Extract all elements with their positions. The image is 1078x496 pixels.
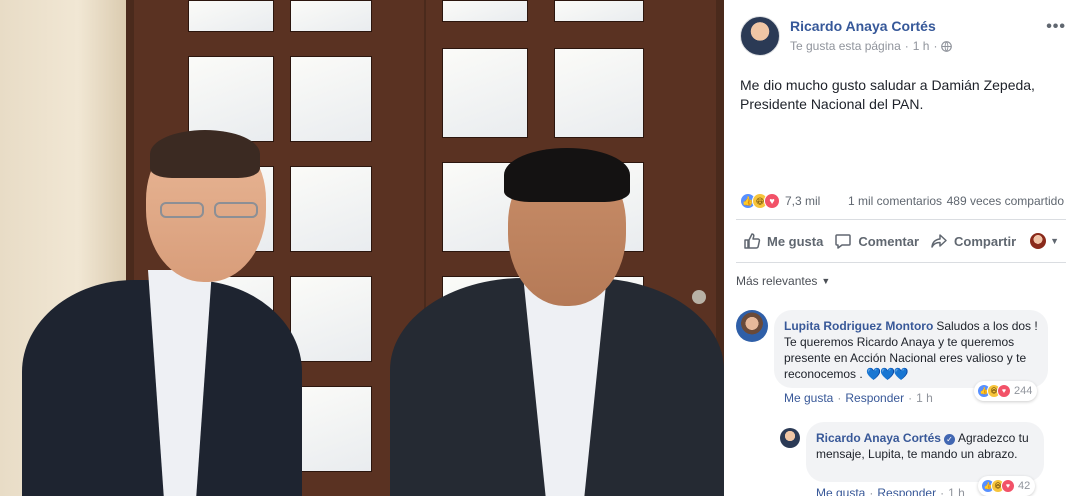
comment-filter-label: Más relevantes	[736, 274, 818, 288]
reply-reaction-count: 42	[1018, 480, 1031, 492]
door-pane	[188, 0, 274, 32]
door-pane	[290, 166, 372, 252]
door-pane	[290, 386, 372, 472]
separator: ·	[837, 391, 842, 405]
door-pane	[442, 48, 528, 138]
share-button[interactable]: Compartir	[930, 232, 1016, 250]
author-avatar[interactable]	[740, 16, 780, 56]
viewer-avatar	[1030, 233, 1047, 249]
page-like-status[interactable]: Te gusta esta página	[790, 39, 901, 53]
photo-person-right	[390, 148, 724, 496]
reply-bubble: Ricardo Anaya Cortés ✓ Agradezco tu mensaj…	[806, 422, 1044, 482]
door-pane	[442, 0, 528, 22]
comment-icon	[835, 234, 852, 249]
post-header: Ricardo Anaya Cortés Te gusta esta págin…	[740, 16, 1070, 58]
post-actions: Me gusta Comentar Compartir ▼	[736, 219, 1066, 263]
comment-reaction-count: 244	[1014, 385, 1033, 397]
blue-heart-emoji: 💙💙💙	[866, 367, 909, 381]
reaction-summary[interactable]: 👍 😆 ♥ 7,3 mil	[740, 193, 820, 209]
globe-icon[interactable]	[941, 40, 953, 52]
reply-author-avatar[interactable]	[780, 428, 800, 448]
love-reaction-icon: ♥	[997, 384, 1011, 398]
chevron-down-icon: ▼	[1050, 236, 1060, 246]
door-pane	[290, 276, 372, 362]
reply-timestamp[interactable]: 1 h	[948, 486, 965, 496]
reaction-count[interactable]: 7,3 mil	[785, 194, 820, 208]
door-pane	[290, 56, 372, 142]
post-stats: 👍 😆 ♥ 7,3 mil 1 mil comentarios 489 vece…	[740, 193, 1070, 211]
like-button[interactable]: Me gusta	[743, 232, 823, 250]
love-reaction-icon: ♥	[764, 193, 780, 209]
door-pane	[290, 0, 372, 32]
share-icon	[931, 234, 947, 248]
post-text: Me dio mucho gusto saludar a Damián Zepe…	[740, 77, 1035, 112]
reply-reactions[interactable]: 👍 😆 ♥ 42	[978, 476, 1036, 496]
comment-bubble: Lupita Rodriguez Montoro Saludos a los do…	[774, 310, 1048, 388]
post-panel: Ricardo Anaya Cortés Te gusta esta págin…	[724, 0, 1078, 496]
comment-reactions[interactable]: 👍 😆 ♥ 244	[974, 381, 1038, 401]
post-photo[interactable]	[0, 0, 724, 496]
reply-author[interactable]: Ricardo Anaya Cortés	[816, 431, 941, 445]
meta-separator: ·	[933, 39, 938, 53]
separator: ·	[908, 391, 913, 405]
comment-count[interactable]: 1 mil comentarios	[848, 194, 942, 208]
separator: ·	[940, 486, 945, 496]
comment-timestamp[interactable]: 1 h	[916, 391, 933, 405]
comment-button[interactable]: Comentar	[834, 232, 919, 250]
comment-author[interactable]: Lupita Rodriguez Montoro	[784, 319, 933, 333]
like-button-label: Me gusta	[767, 233, 824, 249]
post-timestamp[interactable]: 1 h	[913, 39, 930, 53]
comment-actions: Me gusta · Responder · 1 h	[784, 391, 933, 405]
comment-button-label: Comentar	[858, 233, 920, 249]
door-pane	[554, 48, 644, 138]
love-reaction-icon: ♥	[1001, 479, 1015, 493]
meta-separator: ·	[904, 39, 909, 53]
thumbs-up-icon	[744, 233, 761, 249]
post-author-name[interactable]: Ricardo Anaya Cortés	[790, 18, 936, 34]
door-pane	[554, 0, 644, 22]
verified-badge-icon: ✓	[943, 434, 955, 445]
comment-like-link[interactable]: Me gusta	[784, 391, 833, 405]
reply-actions: Me gusta · Responder · 1 h	[816, 486, 965, 496]
separator: ·	[869, 486, 874, 496]
share-count[interactable]: 489 veces compartido	[947, 194, 1064, 208]
post-as-selector[interactable]: ▼	[1030, 233, 1059, 249]
share-button-label: Compartir	[954, 233, 1017, 249]
comment-reply-link[interactable]: Responder	[845, 391, 904, 405]
comment-filter[interactable]: Más relevantes ▼	[736, 274, 830, 288]
reply-like-link[interactable]: Me gusta	[816, 486, 865, 496]
caret-down-icon: ▼	[821, 276, 831, 286]
reply-reply-link[interactable]: Responder	[877, 486, 936, 496]
photo-person-left	[22, 130, 302, 496]
commenter-avatar[interactable]	[736, 310, 768, 342]
post-meta: Te gusta esta página · 1 h ·	[790, 39, 953, 53]
more-icon[interactable]: •••	[1046, 18, 1066, 36]
